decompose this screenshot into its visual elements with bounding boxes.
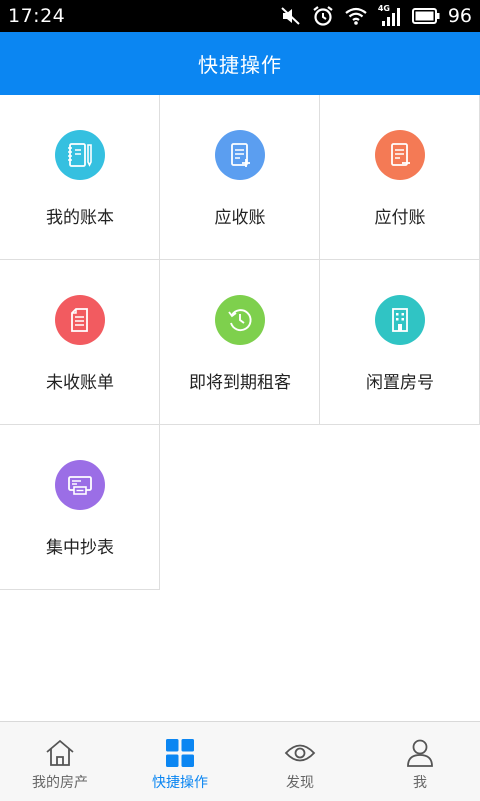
status-bar: 17:24 4G 96 <box>0 0 480 32</box>
tab-label: 我的房产 <box>32 775 88 791</box>
tab-label: 快捷操作 <box>152 775 208 791</box>
user-icon <box>405 738 435 772</box>
eye-icon <box>284 742 316 768</box>
payable-doc-icon <box>375 130 425 180</box>
tab-my-property[interactable]: 我的房产 <box>0 722 120 801</box>
action-label: 即将到期租客 <box>189 373 291 393</box>
action-payable[interactable]: 应付账 <box>320 95 480 260</box>
status-icons: 4G 96 <box>280 0 472 32</box>
action-expiring-tenants[interactable]: 即将到期租客 <box>160 260 320 425</box>
page-title: 快捷操作 <box>198 53 282 77</box>
bill-doc-icon <box>55 295 105 345</box>
mute-icon <box>280 6 302 26</box>
meter-icon <box>55 460 105 510</box>
battery-level: 96 <box>447 5 472 27</box>
notebook-icon <box>55 130 105 180</box>
action-label: 闲置房号 <box>366 373 434 393</box>
action-receivable[interactable]: 应收账 <box>160 95 320 260</box>
building-icon <box>375 295 425 345</box>
action-label: 未收账单 <box>46 373 114 393</box>
action-my-ledger[interactable]: 我的账本 <box>0 95 160 260</box>
tab-discover[interactable]: 发现 <box>240 722 360 801</box>
action-vacant-rooms[interactable]: 闲置房号 <box>320 260 480 425</box>
bottom-tab-bar: 我的房产 快捷操作 发现 我 <box>0 721 480 801</box>
battery-icon <box>411 8 440 24</box>
action-label: 应付账 <box>374 208 426 228</box>
action-unpaid-bills[interactable]: 未收账单 <box>0 260 160 425</box>
tab-me[interactable]: 我 <box>360 722 480 801</box>
tab-quick-actions[interactable]: 快捷操作 <box>120 722 240 801</box>
status-time: 17:24 <box>8 5 66 27</box>
signal-icon: 4G <box>378 4 402 27</box>
action-label: 我的账本 <box>46 208 114 228</box>
action-label: 集中抄表 <box>46 538 114 558</box>
clock-icon <box>215 295 265 345</box>
tab-label: 发现 <box>286 775 314 791</box>
header: 快捷操作 <box>0 32 480 95</box>
receivable-doc-icon <box>215 130 265 180</box>
wifi-icon <box>344 6 368 26</box>
action-label: 应收账 <box>214 208 266 228</box>
grid-icon <box>165 738 195 772</box>
home-icon <box>44 738 76 772</box>
tab-label: 我 <box>413 775 427 791</box>
alarm-icon <box>312 5 334 27</box>
action-meter-reading[interactable]: 集中抄表 <box>0 425 160 590</box>
